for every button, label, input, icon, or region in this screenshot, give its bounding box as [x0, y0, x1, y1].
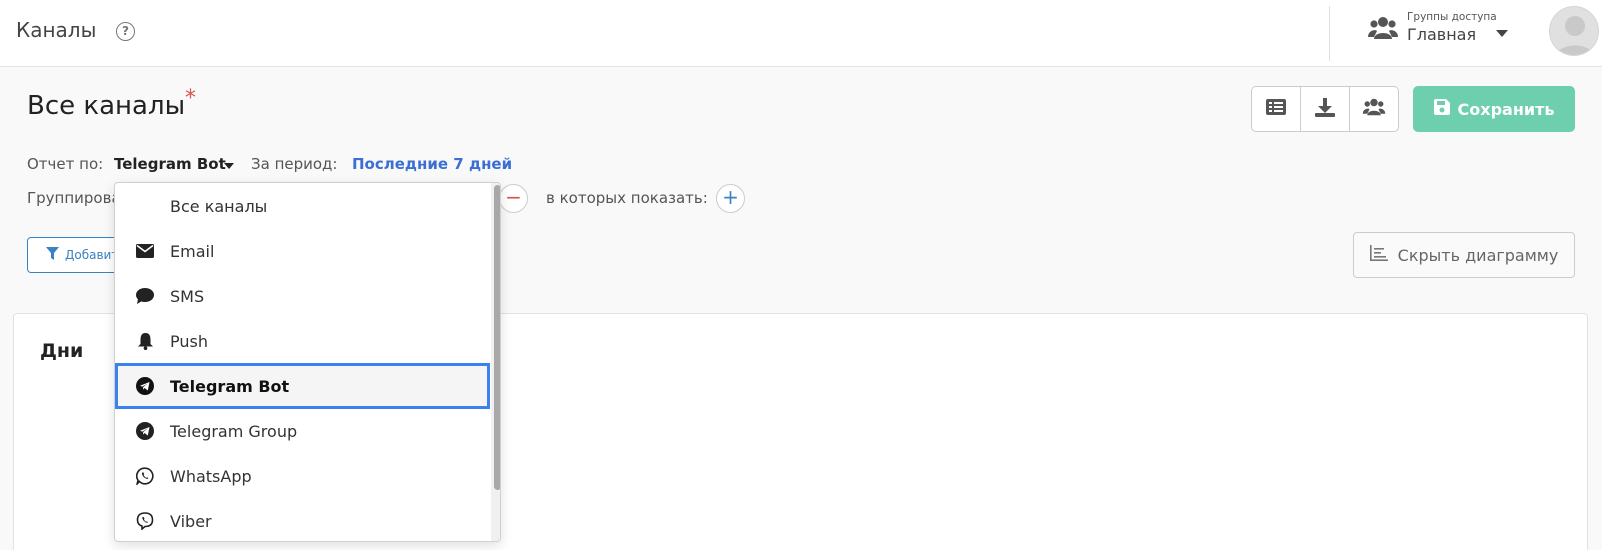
access-groups-label: Группы доступа — [1407, 11, 1497, 23]
caret-down-icon[interactable] — [224, 163, 234, 169]
access-groups-value[interactable]: Главная — [1407, 25, 1476, 44]
whatsapp-icon — [135, 466, 155, 486]
dropdown-item-label: Telegram Group — [170, 421, 298, 441]
telegram-icon — [135, 421, 155, 441]
filter-icon — [46, 247, 59, 263]
dropdown-item-whatsapp[interactable]: WhatsApp — [115, 453, 490, 499]
telegram-icon — [135, 376, 155, 396]
dropdown-item-email[interactable]: Email — [115, 228, 490, 274]
caret-down-icon[interactable] — [1496, 30, 1508, 37]
dropdown-item-telegram-bot[interactable]: Telegram Bot — [115, 363, 490, 409]
dropdown-scrollbar-thumb[interactable] — [494, 185, 500, 490]
envelope-icon — [135, 241, 155, 261]
hide-chart-label: Скрыть диаграмму — [1397, 245, 1559, 265]
unsaved-marker: * — [185, 86, 196, 111]
dropdown-item-label: Email — [170, 241, 215, 261]
hide-chart-button[interactable]: Скрыть диаграмму — [1353, 232, 1575, 278]
period-label: За период: — [251, 155, 338, 173]
report-by-label: Отчет по: — [27, 155, 104, 173]
dropdown-item-label: SMS — [170, 286, 205, 306]
dropdown-item-label: Все каналы — [170, 196, 268, 216]
list-view-button[interactable] — [1252, 87, 1301, 131]
section-title: Каналы — [16, 18, 97, 42]
add-grouping-button[interactable]: + — [716, 184, 745, 213]
users-icon — [1362, 98, 1386, 120]
dropdown-item-telegram-group[interactable]: Telegram Group — [115, 408, 490, 454]
dropdown-item-label: Push — [170, 331, 208, 351]
channel-dropdown: Все каналы Email SMS Push Telegram Bot T… — [114, 182, 501, 542]
share-users-button[interactable] — [1350, 87, 1398, 131]
download-button[interactable] — [1301, 87, 1350, 131]
divider — [1329, 6, 1330, 61]
dropdown-item-all-channels[interactable]: Все каналы — [115, 183, 490, 229]
avatar[interactable] — [1549, 6, 1599, 56]
floppy-disk-icon — [1433, 99, 1450, 119]
dropdown-item-label: Telegram Bot — [170, 376, 290, 396]
page-title: Все каналы — [27, 91, 186, 121]
question-circle-icon[interactable]: ? — [116, 22, 135, 41]
save-button-label: Сохранить — [1457, 99, 1555, 119]
card-title: Дни — [40, 340, 84, 362]
bell-icon — [135, 331, 155, 351]
report-by-select[interactable]: Telegram Bot — [114, 155, 226, 173]
viber-icon — [135, 511, 155, 531]
dropdown-item-sms[interactable]: SMS — [115, 273, 490, 319]
period-select[interactable]: Последние 7 дней — [352, 155, 512, 173]
top-bar: Каналы ? Группы доступа Главная — [0, 0, 1602, 67]
chart-icon — [1369, 245, 1388, 265]
dropdown-item-label: Viber — [170, 511, 212, 531]
toolbar-button-group — [1251, 86, 1399, 132]
dropdown-item-viber[interactable]: Viber — [115, 498, 490, 541]
grouping-label: Группирова — [27, 189, 121, 207]
download-icon — [1315, 97, 1335, 121]
remove-grouping-button[interactable]: − — [499, 184, 528, 213]
dropdown-item-label: WhatsApp — [170, 466, 252, 486]
show-in-label: в которых показать: — [546, 189, 708, 207]
save-button[interactable]: Сохранить — [1413, 86, 1575, 132]
chat-bubble-icon — [135, 286, 155, 306]
users-icon[interactable] — [1368, 16, 1398, 44]
list-icon — [1266, 99, 1286, 119]
dropdown-item-push[interactable]: Push — [115, 318, 490, 364]
